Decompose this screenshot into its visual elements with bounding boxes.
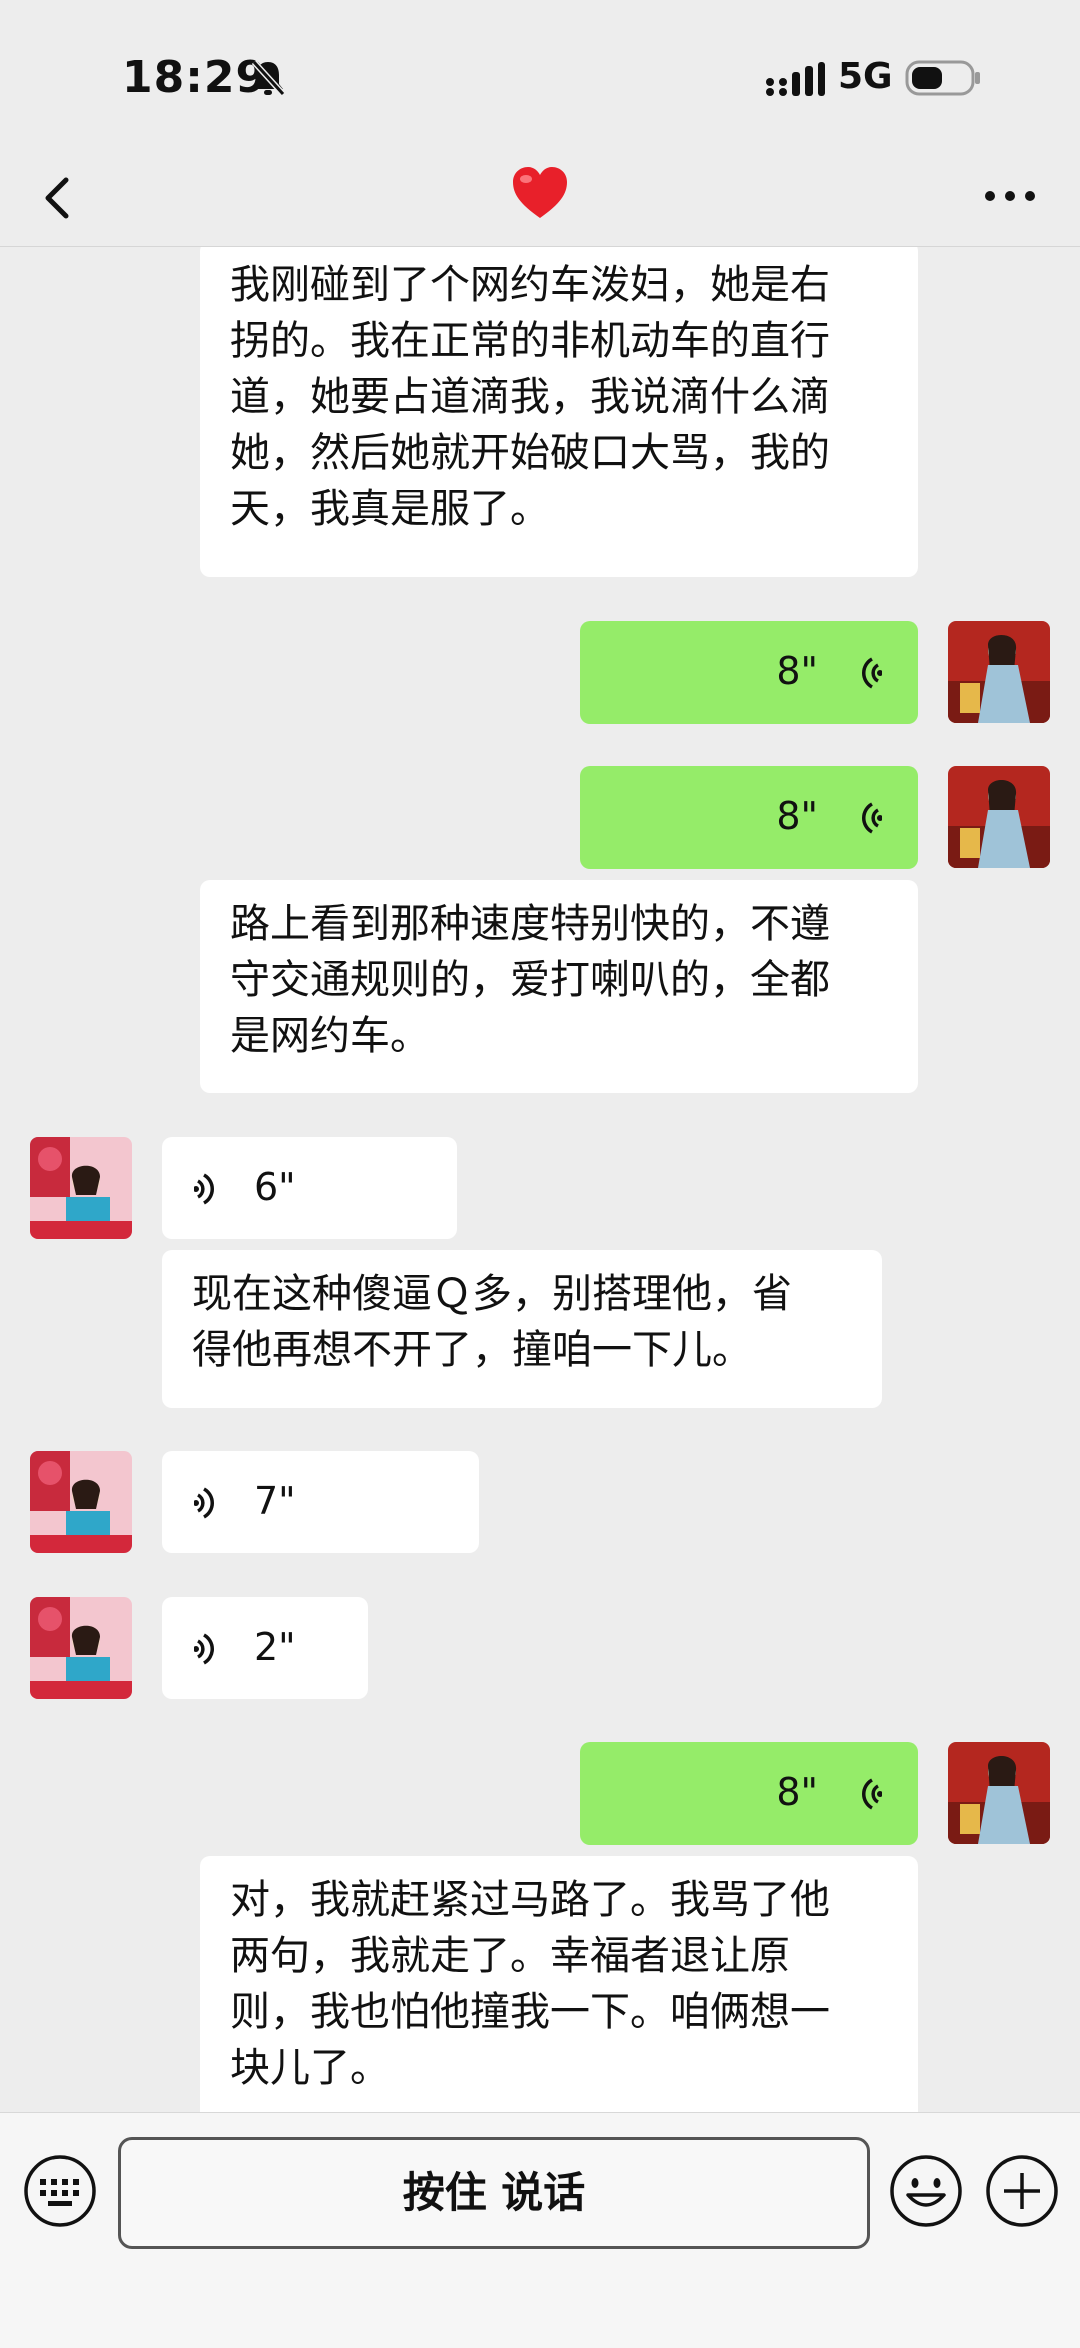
voice-wave-icon: [194, 1633, 214, 1665]
message-line: 拐的。我在正常的非机动车的直行: [230, 318, 830, 364]
avatar-contact[interactable]: [30, 1137, 132, 1239]
message-bubble[interactable]: 路上看到那种速度特别快的，不遵 守交通规则的，爱打喇叭的，全都 是网约车。: [200, 880, 918, 1093]
voice-duration: 8": [776, 649, 818, 693]
avatar-photo: [30, 1137, 132, 1239]
message-line: 我刚碰到了个网约车泼妇，她是右: [230, 262, 830, 308]
voice-duration: 8": [776, 794, 818, 838]
voice-wave-icon: [194, 1487, 214, 1519]
chevron-left-icon[interactable]: [32, 166, 92, 230]
message-line: 她，然后她就开始破口大骂，我的: [230, 430, 830, 476]
voice-wave-icon: [862, 802, 882, 834]
status-time: 18:29: [122, 52, 268, 103]
message-bubble[interactable]: 对，我就赶紧过马路了。我骂了他 两句，我就走了。幸福者退让原 则，我也怕他撞我一…: [200, 1856, 918, 2112]
voice-message[interactable]: 8": [580, 1742, 918, 1845]
voice-message[interactable]: 7": [162, 1451, 479, 1553]
voice-message[interactable]: 8": [580, 621, 918, 724]
heart-icon: [513, 167, 567, 218]
message-line: 路上看到那种速度特别快的，不遵: [230, 901, 830, 947]
plus-icon[interactable]: [984, 2153, 1060, 2229]
keyboard-icon[interactable]: [22, 2153, 98, 2229]
chat-header: [0, 150, 1080, 247]
voice-wave-icon: [862, 1778, 882, 1810]
voice-message[interactable]: 2": [162, 1597, 368, 1699]
message-bubble[interactable]: 现在这种傻逼Ｑ多，别搭理他，省 得他再想不开了，撞咱一下儿。: [162, 1250, 882, 1408]
input-bar: 按住 说话: [0, 2112, 1080, 2348]
message-line: 天，我真是服了。: [230, 486, 550, 532]
voice-duration: 2": [254, 1625, 296, 1669]
mute-bell-icon: [251, 59, 286, 97]
voice-wave-icon: [862, 657, 882, 689]
message-line: 道，她要占道滴我，我说滴什么滴: [230, 374, 830, 420]
signal-icon: [766, 62, 825, 96]
voice-duration: 7": [254, 1479, 296, 1523]
avatar-photo: [948, 766, 1050, 868]
avatar-contact[interactable]: [30, 1451, 132, 1553]
message-line: 现在这种傻逼Ｑ多，别搭理他，省: [192, 1271, 792, 1317]
message-list[interactable]: 我刚碰到了个网约车泼妇，她是右 拐的。我在正常的非机动车的直行 道，她要占道滴我…: [0, 247, 1080, 2112]
voice-duration: 6": [254, 1165, 296, 1209]
avatar-photo: [948, 1742, 1050, 1844]
avatar-contact[interactable]: [30, 1597, 132, 1699]
message-line: 守交通规则的，爱打喇叭的，全都: [230, 957, 830, 1003]
avatar-self[interactable]: [948, 766, 1050, 868]
avatar-self[interactable]: [948, 621, 1050, 723]
avatar-photo: [30, 1597, 132, 1699]
status-bar: 18:29 5G: [0, 0, 1080, 150]
voice-message[interactable]: 6": [162, 1137, 457, 1239]
message-line: 块儿了。: [230, 2045, 390, 2091]
message-line: 两句，我就走了。幸福者退让原: [230, 1933, 790, 1979]
message-line: 得他再想不开了，撞咱一下儿。: [192, 1327, 752, 1373]
message-bubble[interactable]: 我刚碰到了个网约车泼妇，她是右 拐的。我在正常的非机动车的直行 道，她要占道滴我…: [200, 247, 918, 577]
avatar-photo: [30, 1451, 132, 1553]
voice-duration: 8": [776, 1770, 818, 1814]
avatar-self[interactable]: [948, 1742, 1050, 1844]
more-icon[interactable]: [980, 176, 1040, 216]
message-line: 对，我就赶紧过马路了。我骂了他: [230, 1877, 830, 1923]
message-line: 是网约车。: [230, 1013, 430, 1059]
battery-icon: [905, 60, 980, 96]
avatar-photo: [948, 621, 1050, 723]
hold-to-talk-button[interactable]: 按住 说话: [118, 2137, 870, 2249]
network-type: 5G: [838, 56, 893, 97]
message-line: 则，我也怕他撞我一下。咱俩想一: [230, 1989, 830, 2035]
voice-wave-icon: [194, 1173, 214, 1205]
emoji-icon[interactable]: [888, 2153, 964, 2229]
voice-message[interactable]: 8": [580, 766, 918, 869]
